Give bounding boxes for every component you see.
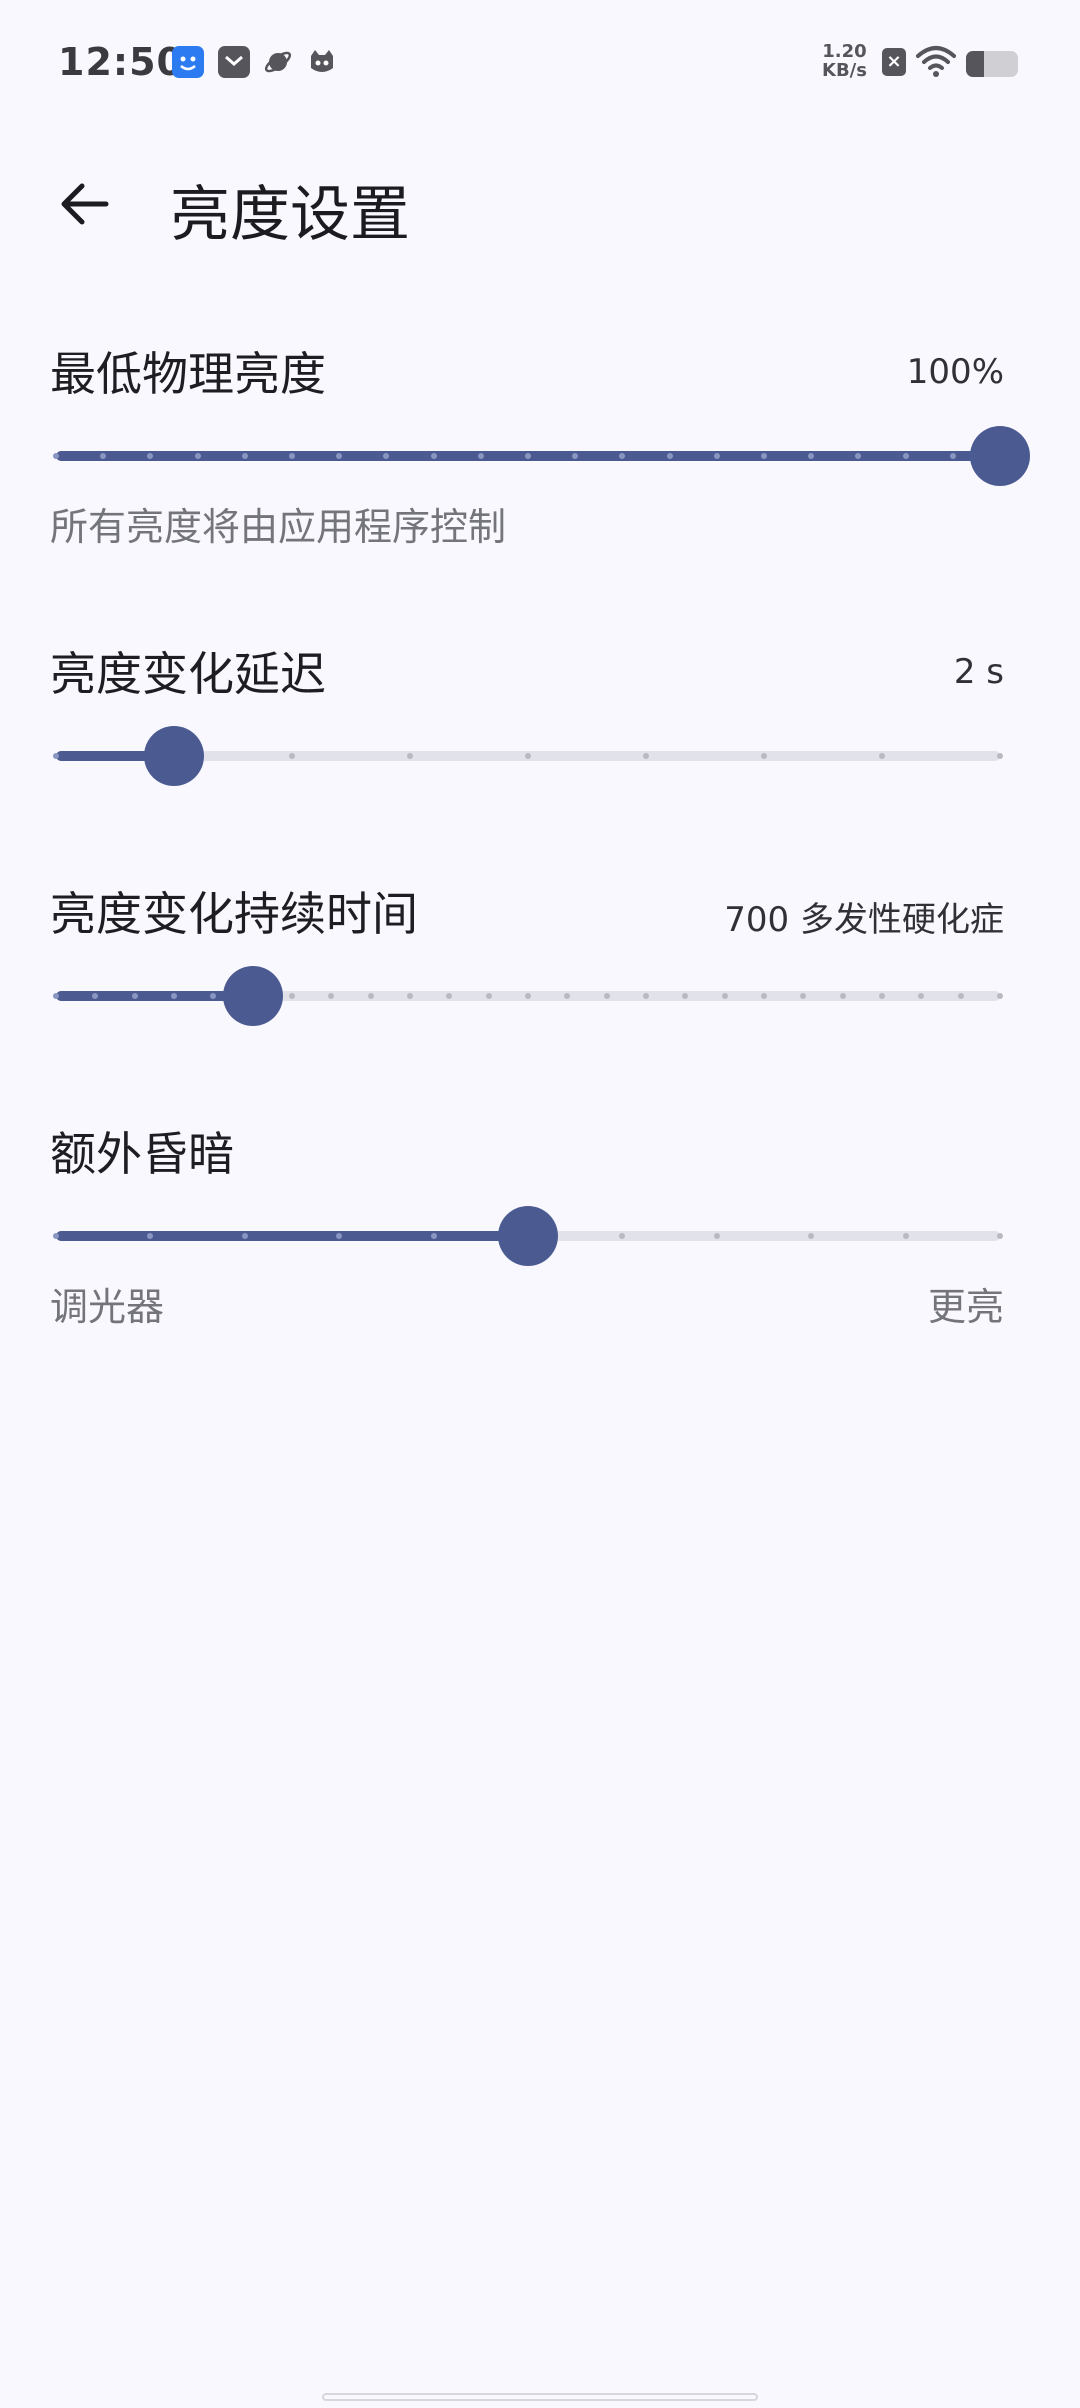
extra-dim-slider[interactable] (53, 1206, 1003, 1266)
slider-tick (171, 993, 177, 999)
slider-tick (997, 993, 1003, 999)
cat-icon (306, 46, 338, 78)
slider-tick (525, 753, 531, 759)
slider-fill (56, 1231, 528, 1241)
slider-tick (53, 1233, 59, 1239)
status-time: 12:50 (58, 40, 184, 84)
slider-tick (53, 453, 59, 459)
slider-tick (713, 453, 720, 459)
slider-tick (643, 753, 649, 759)
arrow-left-icon (61, 183, 109, 225)
slider-tick (525, 993, 531, 999)
slider-tick (957, 993, 964, 999)
slider-tick (289, 453, 295, 459)
slider-tick (879, 753, 885, 759)
slider-tick (289, 993, 295, 999)
setting-label: 亮度变化持续时间 (50, 887, 418, 941)
setting-label: 额外昏暗 (50, 1127, 234, 1181)
planet-icon (262, 46, 294, 78)
slider-tick (53, 993, 59, 999)
setting-value: 100% (906, 352, 1004, 392)
page-title: 亮度设置 (170, 180, 410, 250)
network-speed-value: 1.20 (822, 41, 867, 62)
slider-tick (430, 453, 437, 459)
slider-tick (949, 453, 956, 459)
navigation-handle[interactable] (322, 2393, 758, 2401)
slider-tick (666, 453, 673, 459)
wifi-icon (916, 44, 956, 82)
slider-tick (485, 993, 492, 999)
slider-tick (997, 1233, 1003, 1239)
blue-app-icon (172, 46, 204, 78)
setting-label: 亮度变化延迟 (50, 647, 326, 701)
setting-label: 最低物理亮度 (50, 347, 326, 401)
change-delay-slider[interactable] (53, 726, 1003, 786)
battery-level (966, 51, 985, 77)
slider-tick (407, 753, 413, 759)
slider-tick (53, 753, 59, 759)
slider-tick (879, 993, 885, 999)
mail-icon (218, 46, 250, 78)
slider-tick (289, 753, 295, 759)
slider-tick (839, 993, 846, 999)
slider-tick (761, 453, 767, 459)
slider-tick (997, 753, 1003, 759)
slider-tick (131, 993, 138, 999)
change-duration-slider[interactable] (53, 966, 1003, 1026)
setting-value: 2 s (953, 652, 1004, 692)
slider-min-label: 调光器 (50, 1285, 165, 1329)
battery-icon (966, 51, 1018, 77)
slider-tick (721, 993, 728, 999)
slider-tick (194, 453, 201, 459)
back-button[interactable] (54, 174, 114, 234)
slider-tick (430, 1233, 437, 1239)
network-speed: 1.20 KB/s (822, 42, 867, 80)
min-brightness-slider[interactable] (53, 426, 1030, 486)
network-speed-unit: KB/s (822, 60, 867, 81)
slider-tick (367, 993, 374, 999)
slider-tick (603, 993, 610, 999)
slider-tick (525, 453, 531, 459)
slider-thumb[interactable] (222, 966, 283, 1026)
slider-tick (643, 993, 649, 999)
setting-description: 所有亮度将由应用程序控制 (50, 505, 507, 549)
slider-thumb[interactable] (144, 726, 204, 786)
slider-max-label: 更亮 (927, 1285, 1004, 1329)
slider-thumb[interactable] (970, 426, 1030, 486)
setting-value: 700 多发性硬化症 (724, 900, 1004, 940)
no-sim-icon: × (882, 48, 906, 76)
slider-tick (761, 993, 767, 999)
status-bar: 12:50 1.20 KB/s × (0, 0, 1080, 120)
slider-tick (761, 753, 767, 759)
slider-tick (477, 453, 484, 459)
slider-tick (407, 993, 413, 999)
slider-tick (902, 453, 909, 459)
slider-thumb[interactable] (498, 1206, 558, 1266)
slider-tick (241, 453, 248, 459)
slider-tick (713, 1233, 720, 1239)
slider-tick (902, 1233, 909, 1239)
slider-tick (241, 1233, 248, 1239)
